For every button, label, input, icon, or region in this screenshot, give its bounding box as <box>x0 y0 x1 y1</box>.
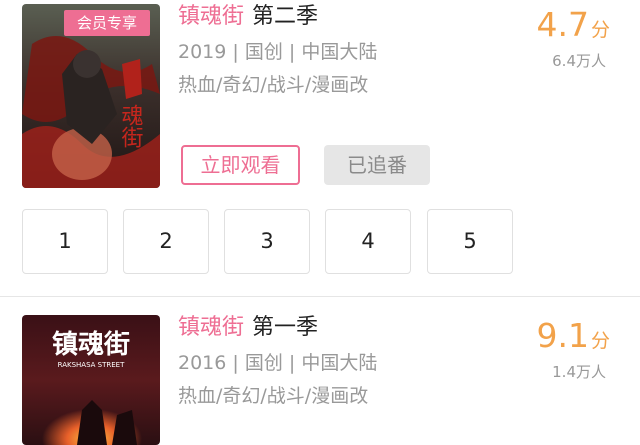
series-name: 镇魂街 <box>178 315 245 340</box>
vip-exclusive-badge: 会员专享 <box>64 10 150 36</box>
genre-tags: 热血/奇幻/战斗/漫画改 <box>178 385 369 407</box>
score-value: 4.7 <box>536 5 589 44</box>
meta-info: 2019 | 国创 | 中国大陆 <box>178 41 378 63</box>
rating-count: 6.4万人 <box>552 52 606 70</box>
anime-card-season-2[interactable]: 魂街 会员专享 镇魂街 第二季 2019 | 国创 | 中国大陆 热血/奇幻/战斗… <box>0 0 640 296</box>
series-name: 镇魂街 <box>178 4 245 29</box>
episode-button-4[interactable]: 4 <box>325 209 411 274</box>
poster-title-text: 镇魂街 <box>52 330 130 360</box>
score-unit: 分 <box>590 330 610 352</box>
genre-tags: 热血/奇幻/战斗/漫画改 <box>178 74 369 96</box>
score-value: 9.1 <box>536 316 589 355</box>
watch-now-button[interactable]: 立即观看 <box>181 145 300 185</box>
season-label: 第二季 <box>252 4 319 29</box>
meta-info: 2016 | 国创 | 中国大陆 <box>178 352 378 374</box>
rating-score: 9.1 分 <box>537 317 611 355</box>
season-label: 第一季 <box>252 315 319 340</box>
episode-button-2[interactable]: 2 <box>123 209 209 274</box>
poster-title-text: 魂街 <box>118 104 144 148</box>
score-unit: 分 <box>590 19 610 41</box>
poster-image[interactable]: 镇魂街 RAKSHASA STREET <box>22 315 160 445</box>
poster-artwork: 镇魂街 RAKSHASA STREET <box>22 315 160 445</box>
episode-button-3[interactable]: 3 <box>224 209 310 274</box>
episode-button-5[interactable]: 5 <box>427 209 513 274</box>
following-button[interactable]: 已追番 <box>324 145 430 185</box>
anime-title[interactable]: 镇魂街 第一季 <box>178 314 318 342</box>
anime-card-season-1[interactable]: 镇魂街 RAKSHASA STREET 镇魂街 第一季 2016 | 国创 | 中… <box>0 297 640 445</box>
episode-button-1[interactable]: 1 <box>22 209 108 274</box>
anime-title[interactable]: 镇魂街 第二季 <box>178 3 318 31</box>
rating-score: 4.7 分 <box>537 6 611 44</box>
poster-subtitle-text: RAKSHASA STREET <box>58 361 125 369</box>
rating-count: 1.4万人 <box>552 363 606 381</box>
